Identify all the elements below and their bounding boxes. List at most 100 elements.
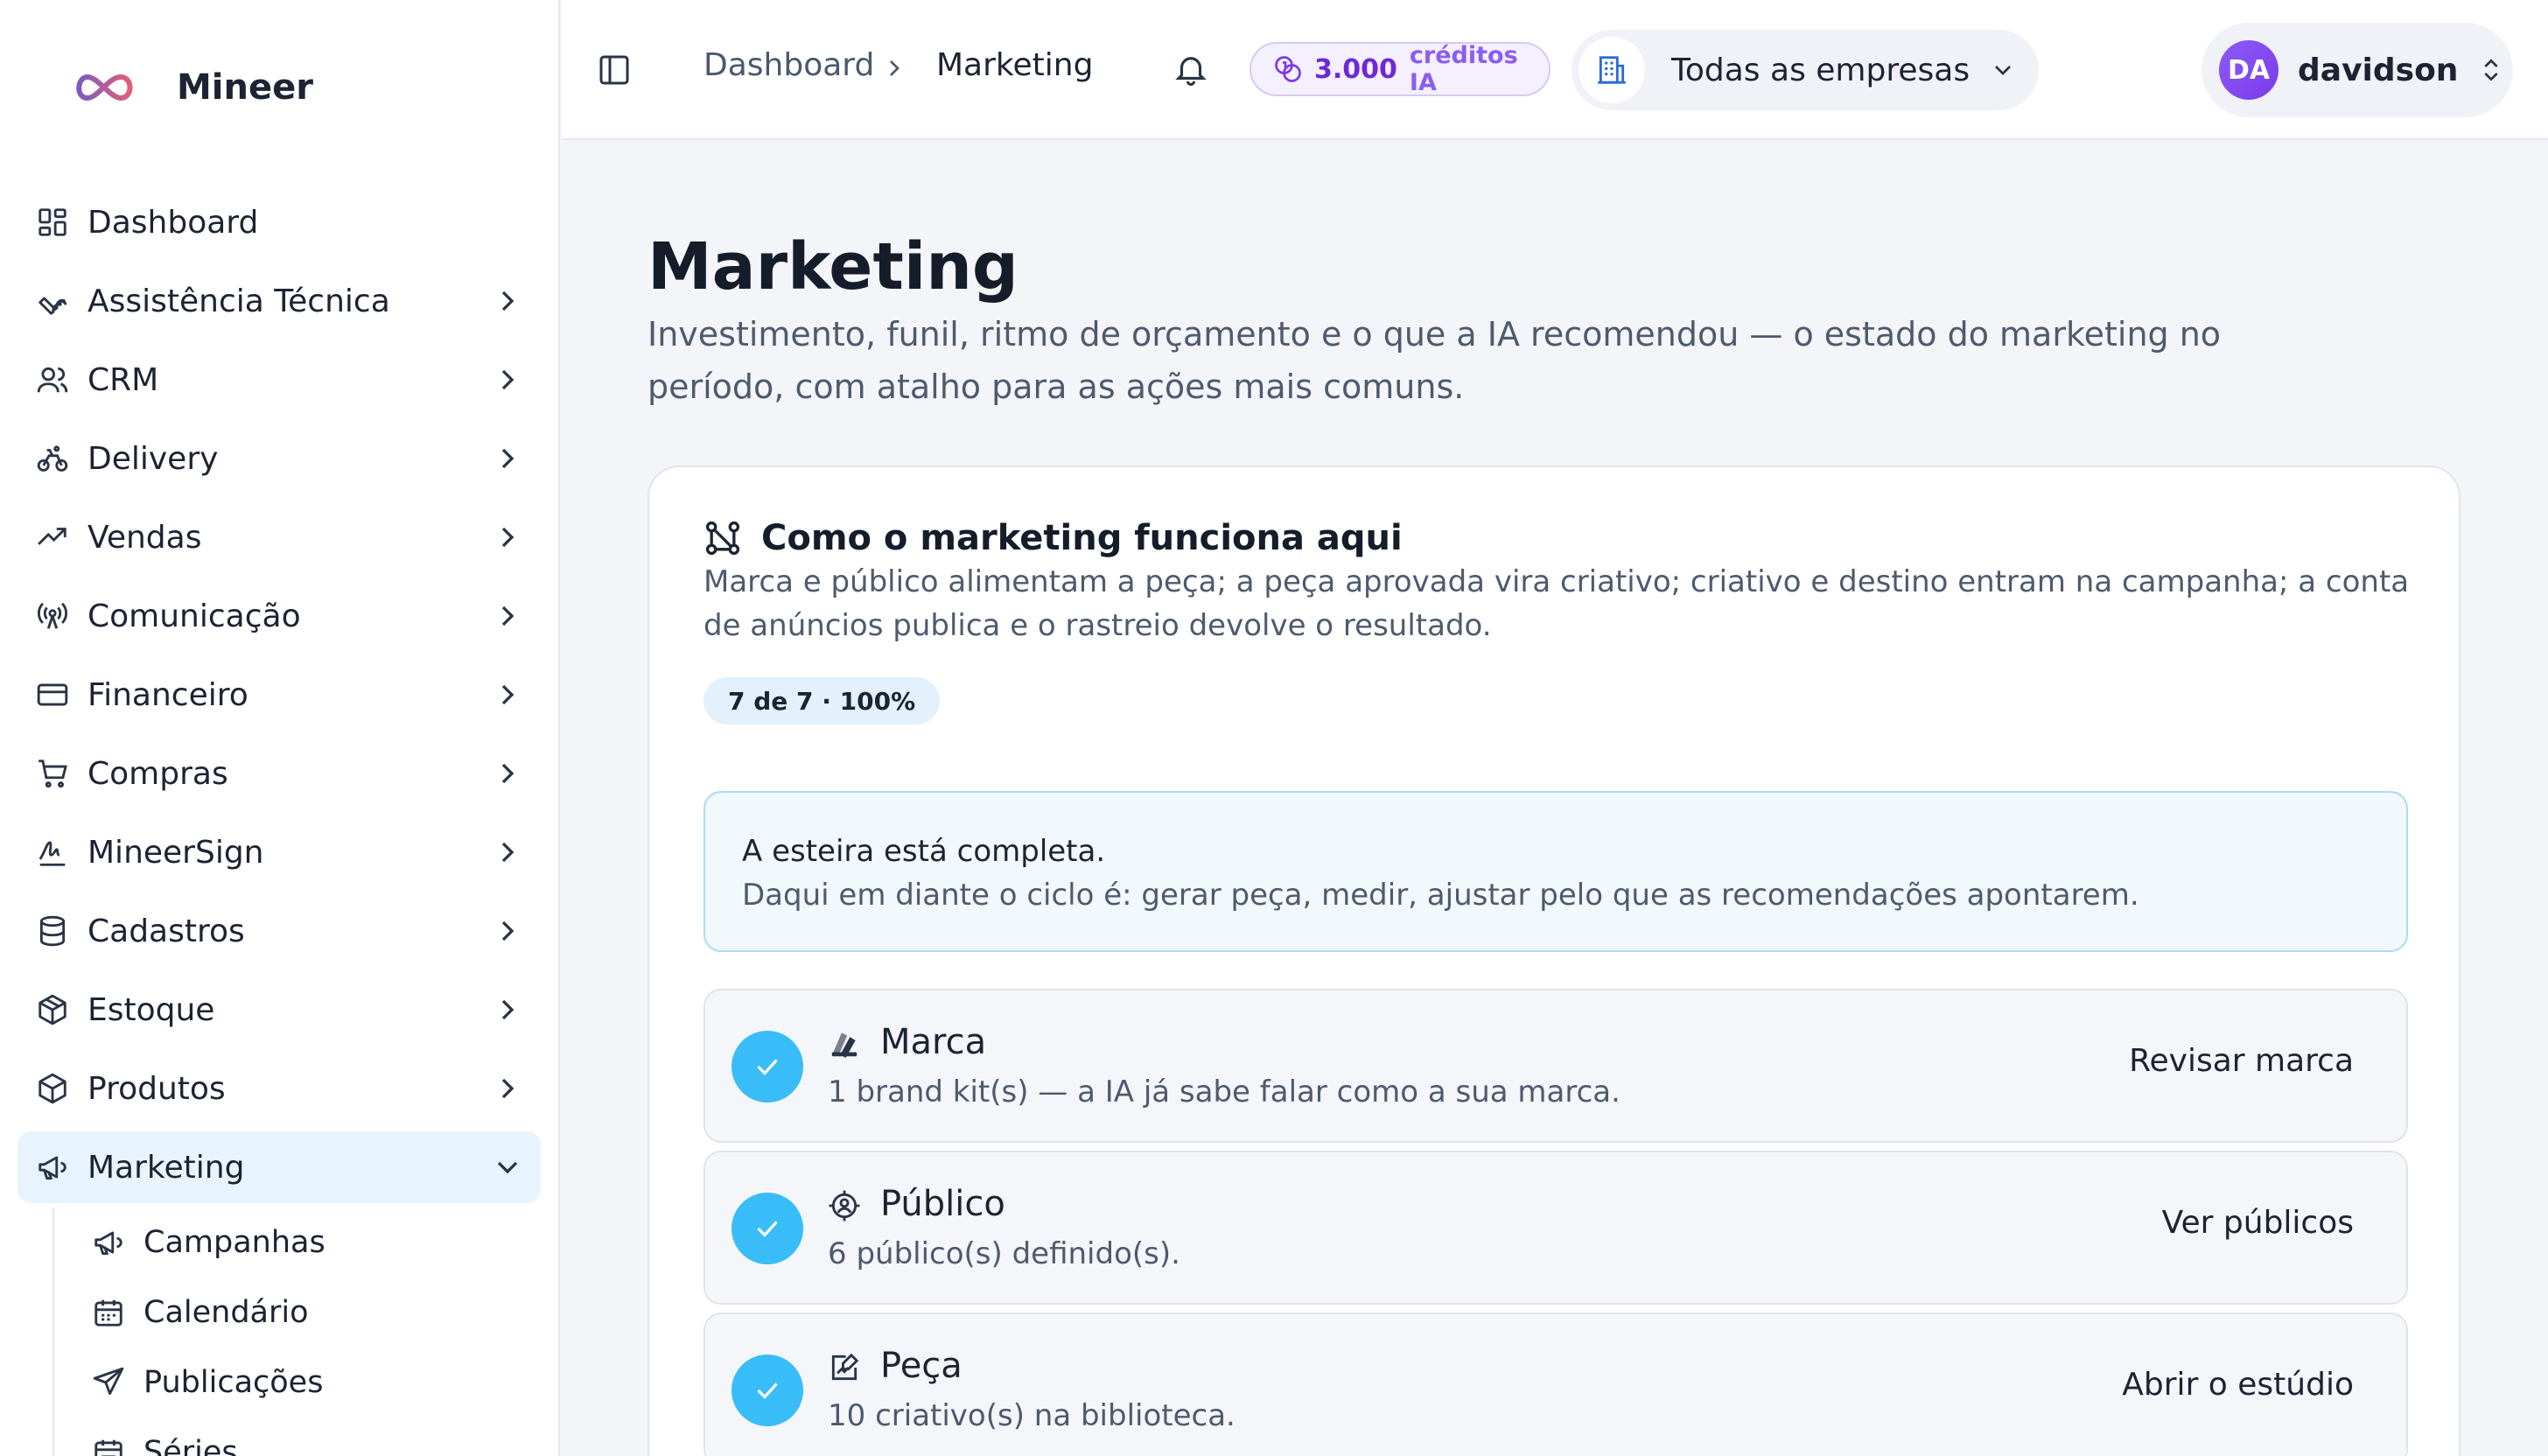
sidebar: Mineer Dashboard Assistência Técnica CRM… (0, 0, 560, 1456)
sidebar-subitem-series[interactable]: Séries (54, 1418, 542, 1456)
signature-icon (35, 835, 70, 870)
chevron-right-icon (490, 441, 525, 476)
topbar: Dashboard Marketing 3.000 créditos IA To… (562, 0, 2548, 140)
grid-icon (35, 205, 70, 240)
sidebar-item-assistencia-tecnica[interactable]: Assistência Técnica (18, 265, 541, 337)
sidebar-item-label: CRM (88, 361, 159, 398)
bell-icon[interactable] (1172, 51, 1209, 88)
sidebar-item-crm[interactable]: CRM (18, 344, 541, 416)
sidebar-item-label: Delivery (88, 440, 219, 477)
send-icon (91, 1365, 126, 1400)
card-description: Marca e público alimentam a peça; a peça… (704, 564, 2410, 643)
sidebar-toggle-icon[interactable] (597, 52, 632, 88)
sidebar-item-cadastros[interactable]: Cadastros (18, 895, 541, 967)
chevron-right-icon (490, 362, 525, 397)
calendar-icon (91, 1295, 126, 1330)
ai-credits-badge[interactable]: 3.000 créditos IA (1250, 42, 1550, 96)
breadcrumb-separator-icon (880, 54, 908, 82)
company-selector-label: Todas as empresas (1671, 52, 1970, 88)
sidebar-subitem-label: Calendário (144, 1295, 309, 1330)
megaphone-icon (35, 1150, 70, 1185)
sidebar-subitem-publicacoes[interactable]: Publicações (54, 1348, 542, 1418)
chevron-right-icon (490, 914, 525, 948)
chevron-right-icon (490, 520, 525, 555)
users-icon (35, 362, 70, 397)
credits-unit: créditos IA (1409, 42, 1518, 96)
completion-notice: A esteira está completa. Daqui em diante… (704, 791, 2408, 952)
brand[interactable]: Mineer (70, 61, 313, 114)
box-icon (35, 1071, 70, 1106)
abrir-estudio-button[interactable]: Abrir o estúdio (2122, 1367, 2354, 1403)
sidebar-item-label: Compras (88, 755, 228, 792)
target-user-icon (828, 1189, 863, 1224)
step-title: Peça (880, 1346, 962, 1386)
check-icon (732, 1193, 803, 1264)
chevron-right-icon (490, 598, 525, 634)
page-description: Investimento, funil, ritmo de orçamento … (648, 315, 2222, 406)
database-icon (35, 914, 70, 948)
user-menu[interactable]: DA davidson (2202, 23, 2513, 117)
sidebar-item-label: Produtos (88, 1070, 226, 1107)
credits-amount: 3.000 (1314, 53, 1397, 85)
building-icon (1578, 37, 1645, 103)
sidebar-item-comunicacao[interactable]: Comunicação (18, 580, 541, 652)
chevron-right-icon (490, 284, 525, 318)
sidebar-item-label: Dashboard (88, 204, 259, 241)
sidebar-subitem-campanhas[interactable]: Campanhas (54, 1208, 542, 1278)
workflow-icon (704, 519, 742, 557)
megaphone-icon (91, 1225, 126, 1260)
sidebar-nav: Dashboard Assistência Técnica CRM Delive… (18, 186, 541, 1210)
sidebar-item-financeiro[interactable]: Financeiro (18, 659, 541, 731)
wrench-icon (35, 284, 70, 318)
step-title: Público (880, 1184, 1005, 1224)
avatar: DA (2219, 40, 2278, 100)
notice-title: A esteira está completa. (742, 834, 1106, 869)
check-icon (732, 1031, 803, 1102)
sidebar-item-label: Vendas (88, 519, 202, 556)
chevron-right-icon (490, 835, 525, 870)
chevron-right-icon (490, 1071, 525, 1106)
package-icon (35, 992, 70, 1027)
ver-publicos-button[interactable]: Ver públicos (2162, 1205, 2354, 1241)
palette-icon (828, 1027, 863, 1062)
user-name: davidson (2298, 52, 2459, 88)
sidebar-item-label: Financeiro (88, 676, 248, 713)
sidebar-item-label: MineerSign (88, 834, 264, 871)
sidebar-item-label: Comunicação (88, 598, 301, 634)
sidebar-subitem-label: Séries (144, 1435, 238, 1456)
sidebar-subitem-label: Campanhas (144, 1225, 326, 1260)
sidebar-item-mineersign[interactable]: MineerSign (18, 816, 541, 888)
breadcrumb-dashboard[interactable]: Dashboard (704, 47, 874, 83)
step-publico: Público 6 público(s) definido(s). Ver pú… (704, 1151, 2408, 1305)
chevron-right-icon (490, 992, 525, 1027)
sidebar-item-compras[interactable]: Compras (18, 738, 541, 809)
card-header: Como o marketing funciona aqui (704, 518, 1403, 558)
company-selector[interactable]: Todas as empresas (1572, 30, 2039, 110)
step-peca: Peça 10 criativo(s) na biblioteca. Abrir… (704, 1312, 2408, 1456)
sidebar-item-vendas[interactable]: Vendas (18, 501, 541, 573)
sidebar-item-estoque[interactable]: Estoque (18, 974, 541, 1046)
step-subtitle: 1 brand kit(s) — a IA já sabe falar como… (828, 1074, 1620, 1110)
revisar-marca-button[interactable]: Revisar marca (2129, 1043, 2354, 1079)
broadcast-icon (35, 598, 70, 634)
step-marca: Marca 1 brand kit(s) — a IA já sabe fala… (704, 989, 2408, 1143)
breadcrumb-current: Marketing (936, 47, 1094, 83)
page-title: Marketing (648, 229, 1018, 304)
sidebar-item-produtos[interactable]: Produtos (18, 1053, 541, 1124)
chevron-right-icon (490, 756, 525, 791)
trending-up-icon (35, 520, 70, 555)
cart-icon (35, 756, 70, 791)
infinity-logo-icon (76, 74, 133, 102)
chevron-down-icon (490, 1150, 525, 1185)
edit-image-icon (828, 1351, 863, 1386)
sidebar-item-label: Assistência Técnica (88, 283, 390, 319)
sidebar-item-marketing[interactable]: Marketing (18, 1131, 541, 1203)
sidebar-item-delivery[interactable]: Delivery (18, 423, 541, 494)
sidebar-subitem-label: Publicações (144, 1365, 324, 1400)
sidebar-item-label: Estoque (88, 991, 215, 1028)
sidebar-item-label: Marketing (88, 1149, 245, 1186)
sidebar-subitem-calendario[interactable]: Calendário (54, 1278, 542, 1348)
step-title: Marca (880, 1022, 987, 1062)
sidebar-item-dashboard[interactable]: Dashboard (18, 186, 541, 258)
step-subtitle: 10 criativo(s) na biblioteca. (828, 1398, 1236, 1433)
